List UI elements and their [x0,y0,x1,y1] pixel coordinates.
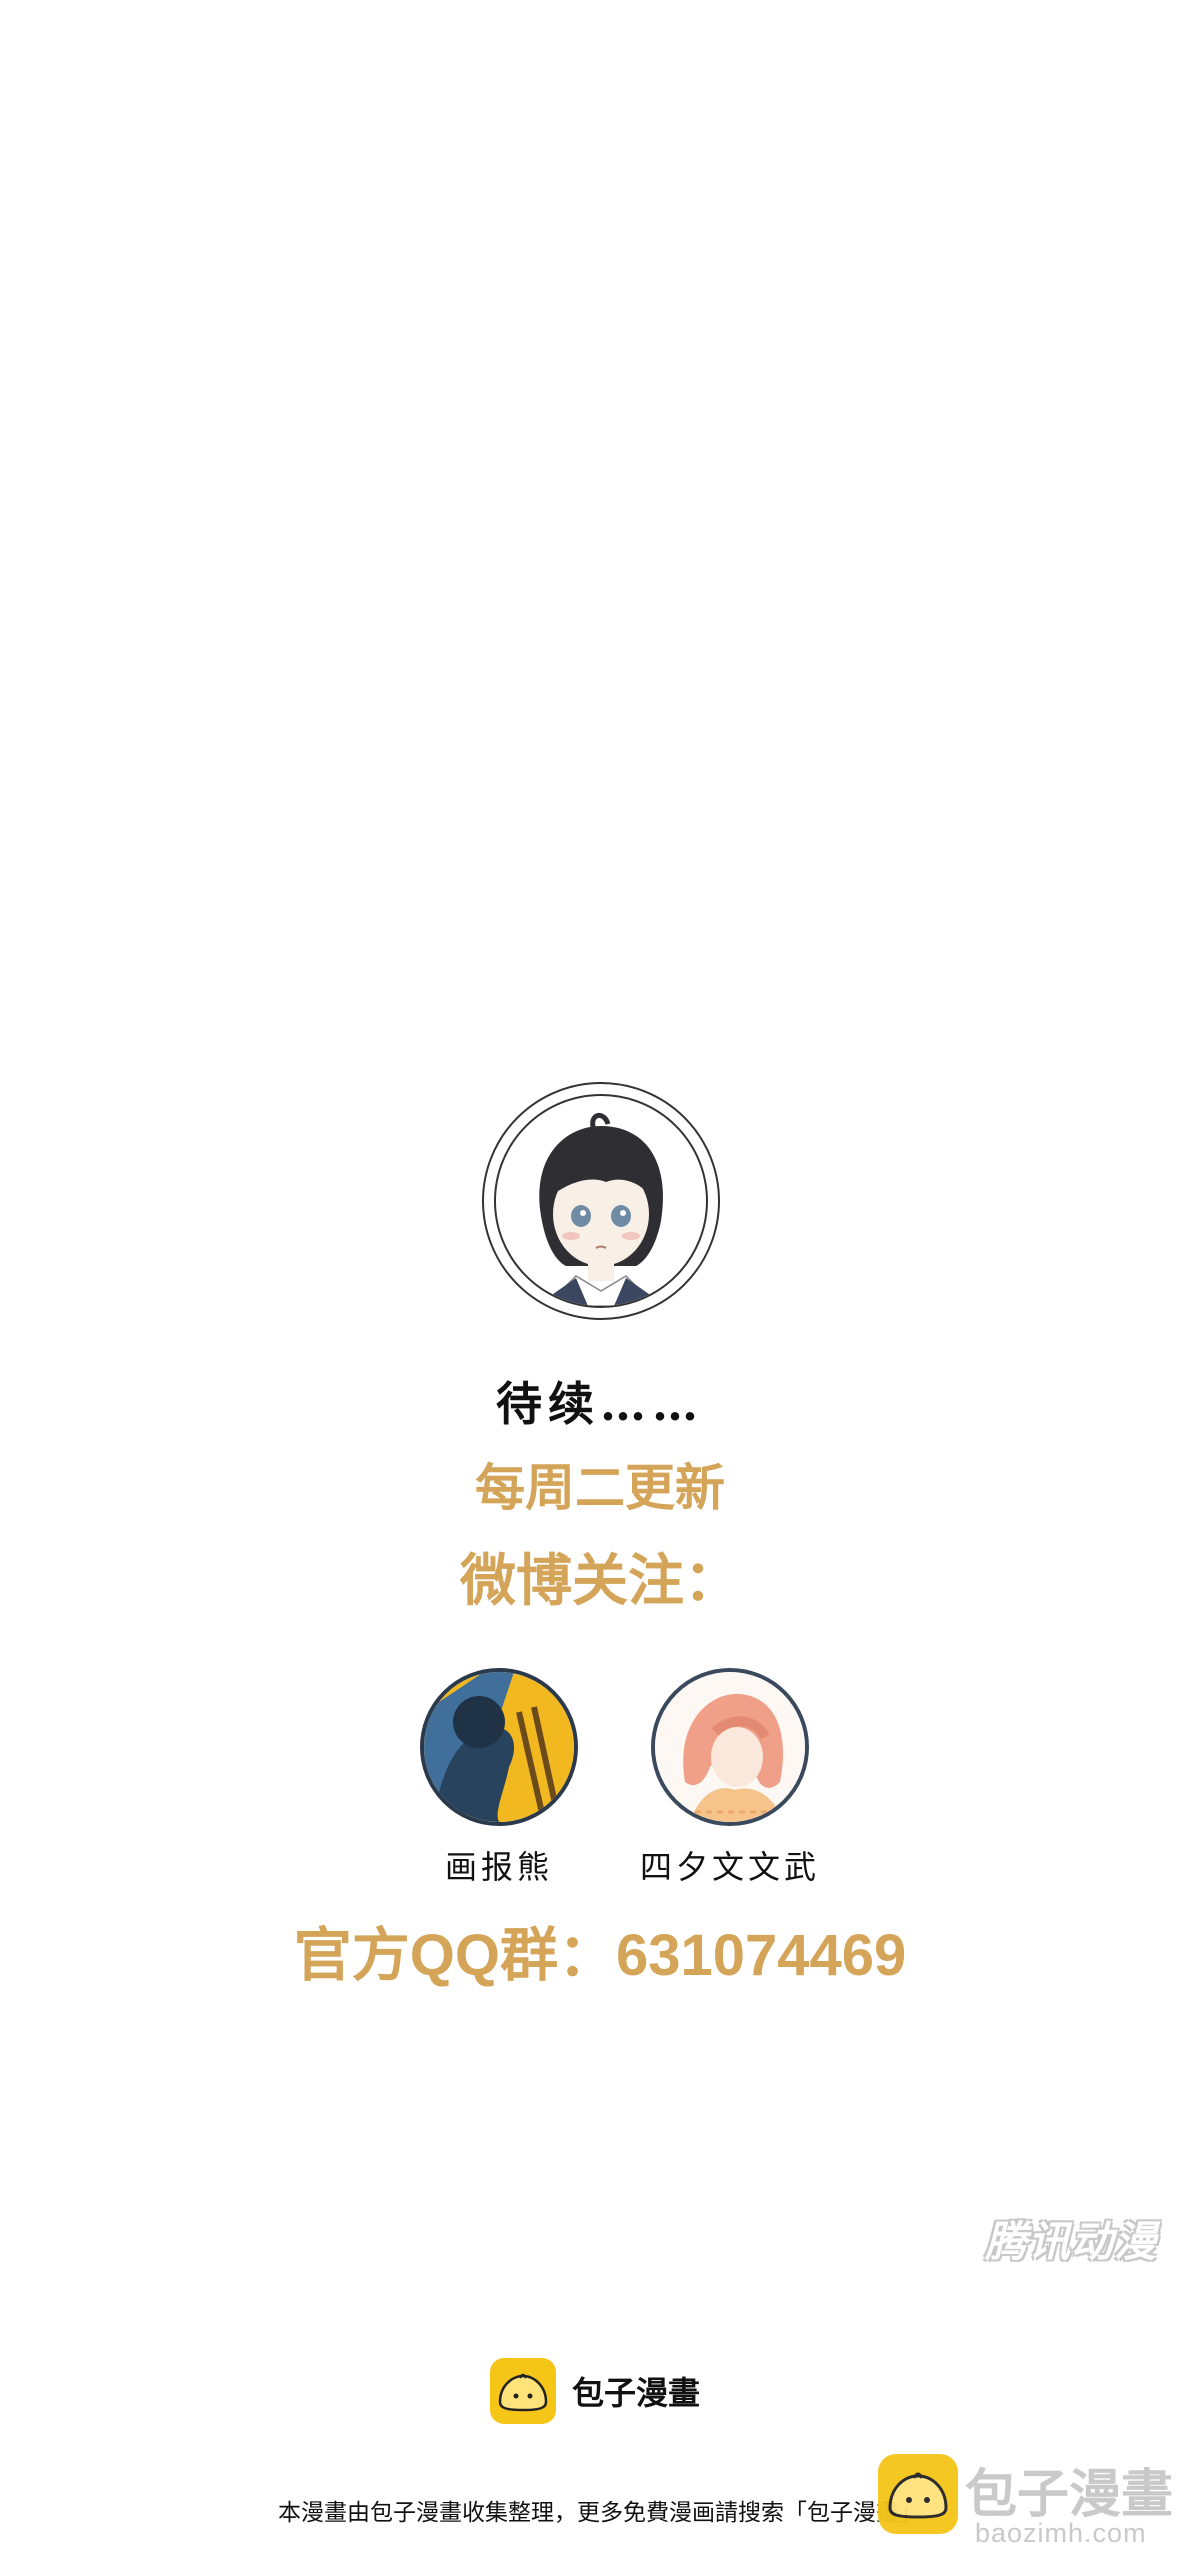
author-illustration-1 [424,1672,574,1822]
author-avatar-huabaoxiong[interactable] [420,1668,578,1826]
update-schedule-text: 每周二更新 [475,1460,725,1516]
character-avatar [482,1082,720,1320]
author-name-2: 四夕文文武 [639,1848,820,1886]
baozi-logo-icon [490,2358,556,2424]
weibo-follow-heading: 微博关注： [460,1549,740,1612]
baozi-watermark-icon [878,2454,958,2534]
baozi-logo-text: 包子漫畫 [572,2375,701,2411]
tencent-comics-watermark: 腾讯动漫 [985,2218,1158,2265]
qq-group-text: 官方QQ群：631074469 [293,1923,907,1988]
baozi-watermark-title: 包子漫畫 [965,2466,1174,2524]
to-be-continued-text: 待续…… [496,1377,704,1431]
author-name-1: 画报熊 [444,1848,553,1886]
author-illustration-2 [655,1672,805,1822]
baozi-watermark-url: baozimh.com [975,2518,1147,2548]
author-avatar-sixiwenwenwu[interactable] [651,1668,809,1826]
character-portrait-illustration [536,1113,666,1306]
